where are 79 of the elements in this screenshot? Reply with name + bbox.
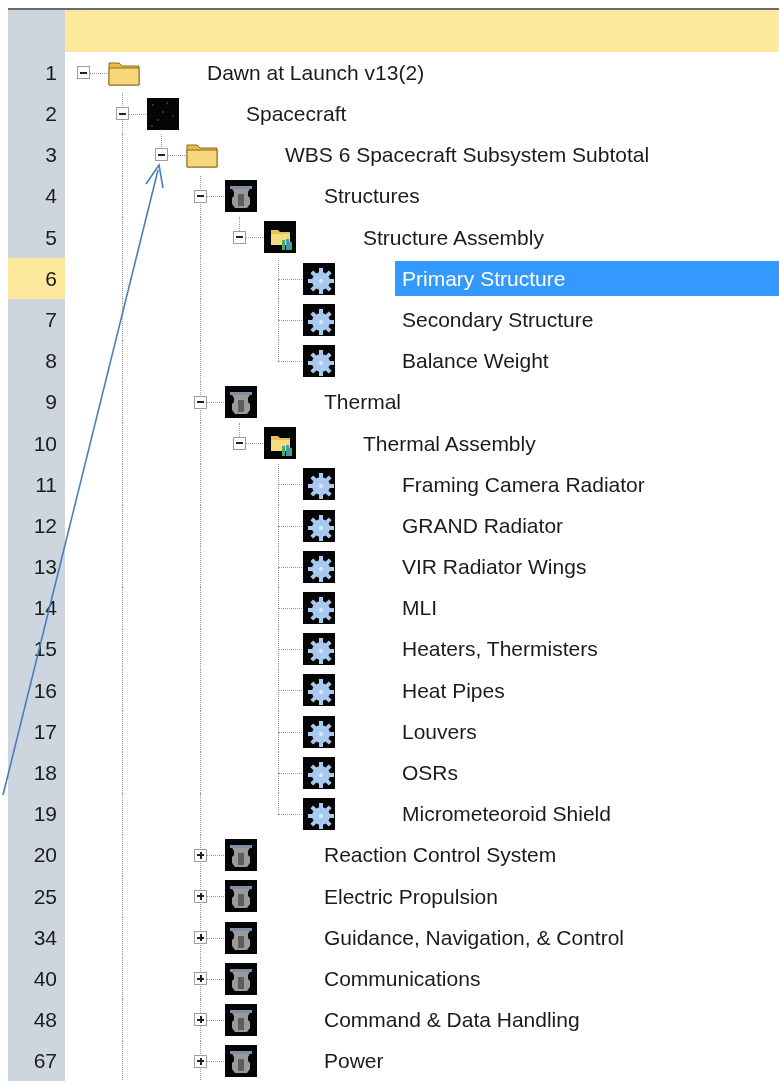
tree-item[interactable]: Louvers — [395, 714, 484, 750]
tree-item[interactable]: Guidance, Navigation, & Control — [317, 919, 631, 956]
row-number: 16 — [8, 669, 65, 711]
gear-icon — [303, 797, 335, 830]
gear-icon — [303, 550, 335, 583]
row-number: 12 — [8, 505, 65, 547]
tree-item[interactable]: Reaction Control System — [317, 837, 564, 873]
row-number: 6 — [8, 257, 65, 300]
tree-item[interactable]: GRAND Radiator — [395, 508, 571, 544]
row-number: 3 — [8, 134, 65, 176]
collapse-icon[interactable] — [194, 395, 207, 409]
gear-icon — [303, 633, 335, 666]
row-number: 67 — [8, 1040, 65, 1081]
gear-icon — [303, 303, 335, 336]
tree-item[interactable]: VIR Radiator Wings — [395, 549, 594, 585]
collapse-icon[interactable] — [233, 230, 246, 244]
tree-item[interactable]: Heaters, Thermisters — [395, 631, 605, 667]
collapse-icon[interactable] — [77, 66, 90, 80]
tree-item[interactable]: Thermal — [317, 384, 409, 420]
collapse-icon[interactable] — [233, 436, 246, 450]
row-number: 40 — [8, 958, 65, 1000]
tree-item[interactable]: Electric Propulsion — [317, 878, 505, 914]
tree-item[interactable]: Spacecraft — [239, 96, 354, 132]
row-number: 20 — [8, 834, 65, 876]
row-number: 10 — [8, 422, 65, 464]
expand-icon[interactable] — [194, 848, 207, 862]
tree-item[interactable]: Communications — [317, 961, 488, 997]
row-number: 7 — [8, 299, 65, 341]
row-number: 9 — [8, 381, 65, 423]
assembly-icon — [264, 427, 296, 460]
tree-item[interactable]: MLI — [395, 590, 444, 626]
row-number: 48 — [8, 999, 65, 1041]
tree-item[interactable]: Secondary Structure — [395, 302, 601, 338]
folder-icon — [108, 59, 140, 86]
row-number: 4 — [8, 175, 65, 217]
expand-icon[interactable] — [194, 931, 207, 945]
expand-icon[interactable] — [194, 1054, 207, 1068]
gear-icon — [303, 262, 335, 295]
row-number: 19 — [8, 793, 65, 835]
row-number: 11 — [8, 463, 65, 506]
tree-item[interactable]: Power — [317, 1043, 391, 1079]
gear-icon — [303, 674, 335, 707]
starfield-icon — [147, 97, 179, 130]
tree-item[interactable]: Micrometeoroid Shield — [395, 796, 618, 832]
corner-cell — [8, 10, 65, 52]
expand-icon[interactable] — [194, 1013, 207, 1027]
tree-item[interactable]: Heat Pipes — [395, 672, 512, 708]
tree-item[interactable]: Command & Data Handling — [317, 1002, 587, 1038]
folder-icon — [186, 141, 218, 168]
row-number: 2 — [8, 93, 65, 135]
row-number: 5 — [8, 216, 65, 258]
tree-item[interactable]: Structure Assembly — [356, 219, 551, 255]
collapse-icon[interactable] — [194, 189, 207, 203]
row-number: 1 — [8, 52, 65, 94]
collapse-icon[interactable] — [155, 148, 168, 162]
gear-icon — [303, 592, 335, 625]
tree-item[interactable]: Thermal Assembly — [356, 425, 543, 461]
expand-icon[interactable] — [194, 972, 207, 986]
row-number: 17 — [8, 711, 65, 753]
gear-icon — [303, 468, 335, 501]
tree-item[interactable]: Dawn at Launch v13(2) — [200, 55, 432, 91]
row-number: 34 — [8, 916, 65, 959]
gear-icon — [303, 344, 335, 377]
assembly-icon — [264, 221, 296, 254]
row-number: 18 — [8, 752, 65, 794]
tree-item[interactable]: WBS 6 Spacecraft Subsystem Subtotal — [278, 137, 657, 173]
row-number: 13 — [8, 546, 65, 588]
tree-item[interactable]: OSRs — [395, 755, 465, 791]
tree-item[interactable]: Framing Camera Radiator — [395, 466, 652, 503]
row-number: 14 — [8, 587, 65, 629]
gear-icon — [303, 715, 335, 748]
expand-icon[interactable] — [194, 889, 207, 903]
gear-icon — [303, 756, 335, 789]
row-number: 8 — [8, 340, 65, 382]
tree-item[interactable]: Structures — [317, 178, 427, 214]
collapse-icon[interactable] — [116, 107, 129, 121]
tree-item[interactable]: Balance Weight — [395, 343, 556, 379]
gear-icon — [303, 509, 335, 542]
row-number: 25 — [8, 875, 65, 917]
